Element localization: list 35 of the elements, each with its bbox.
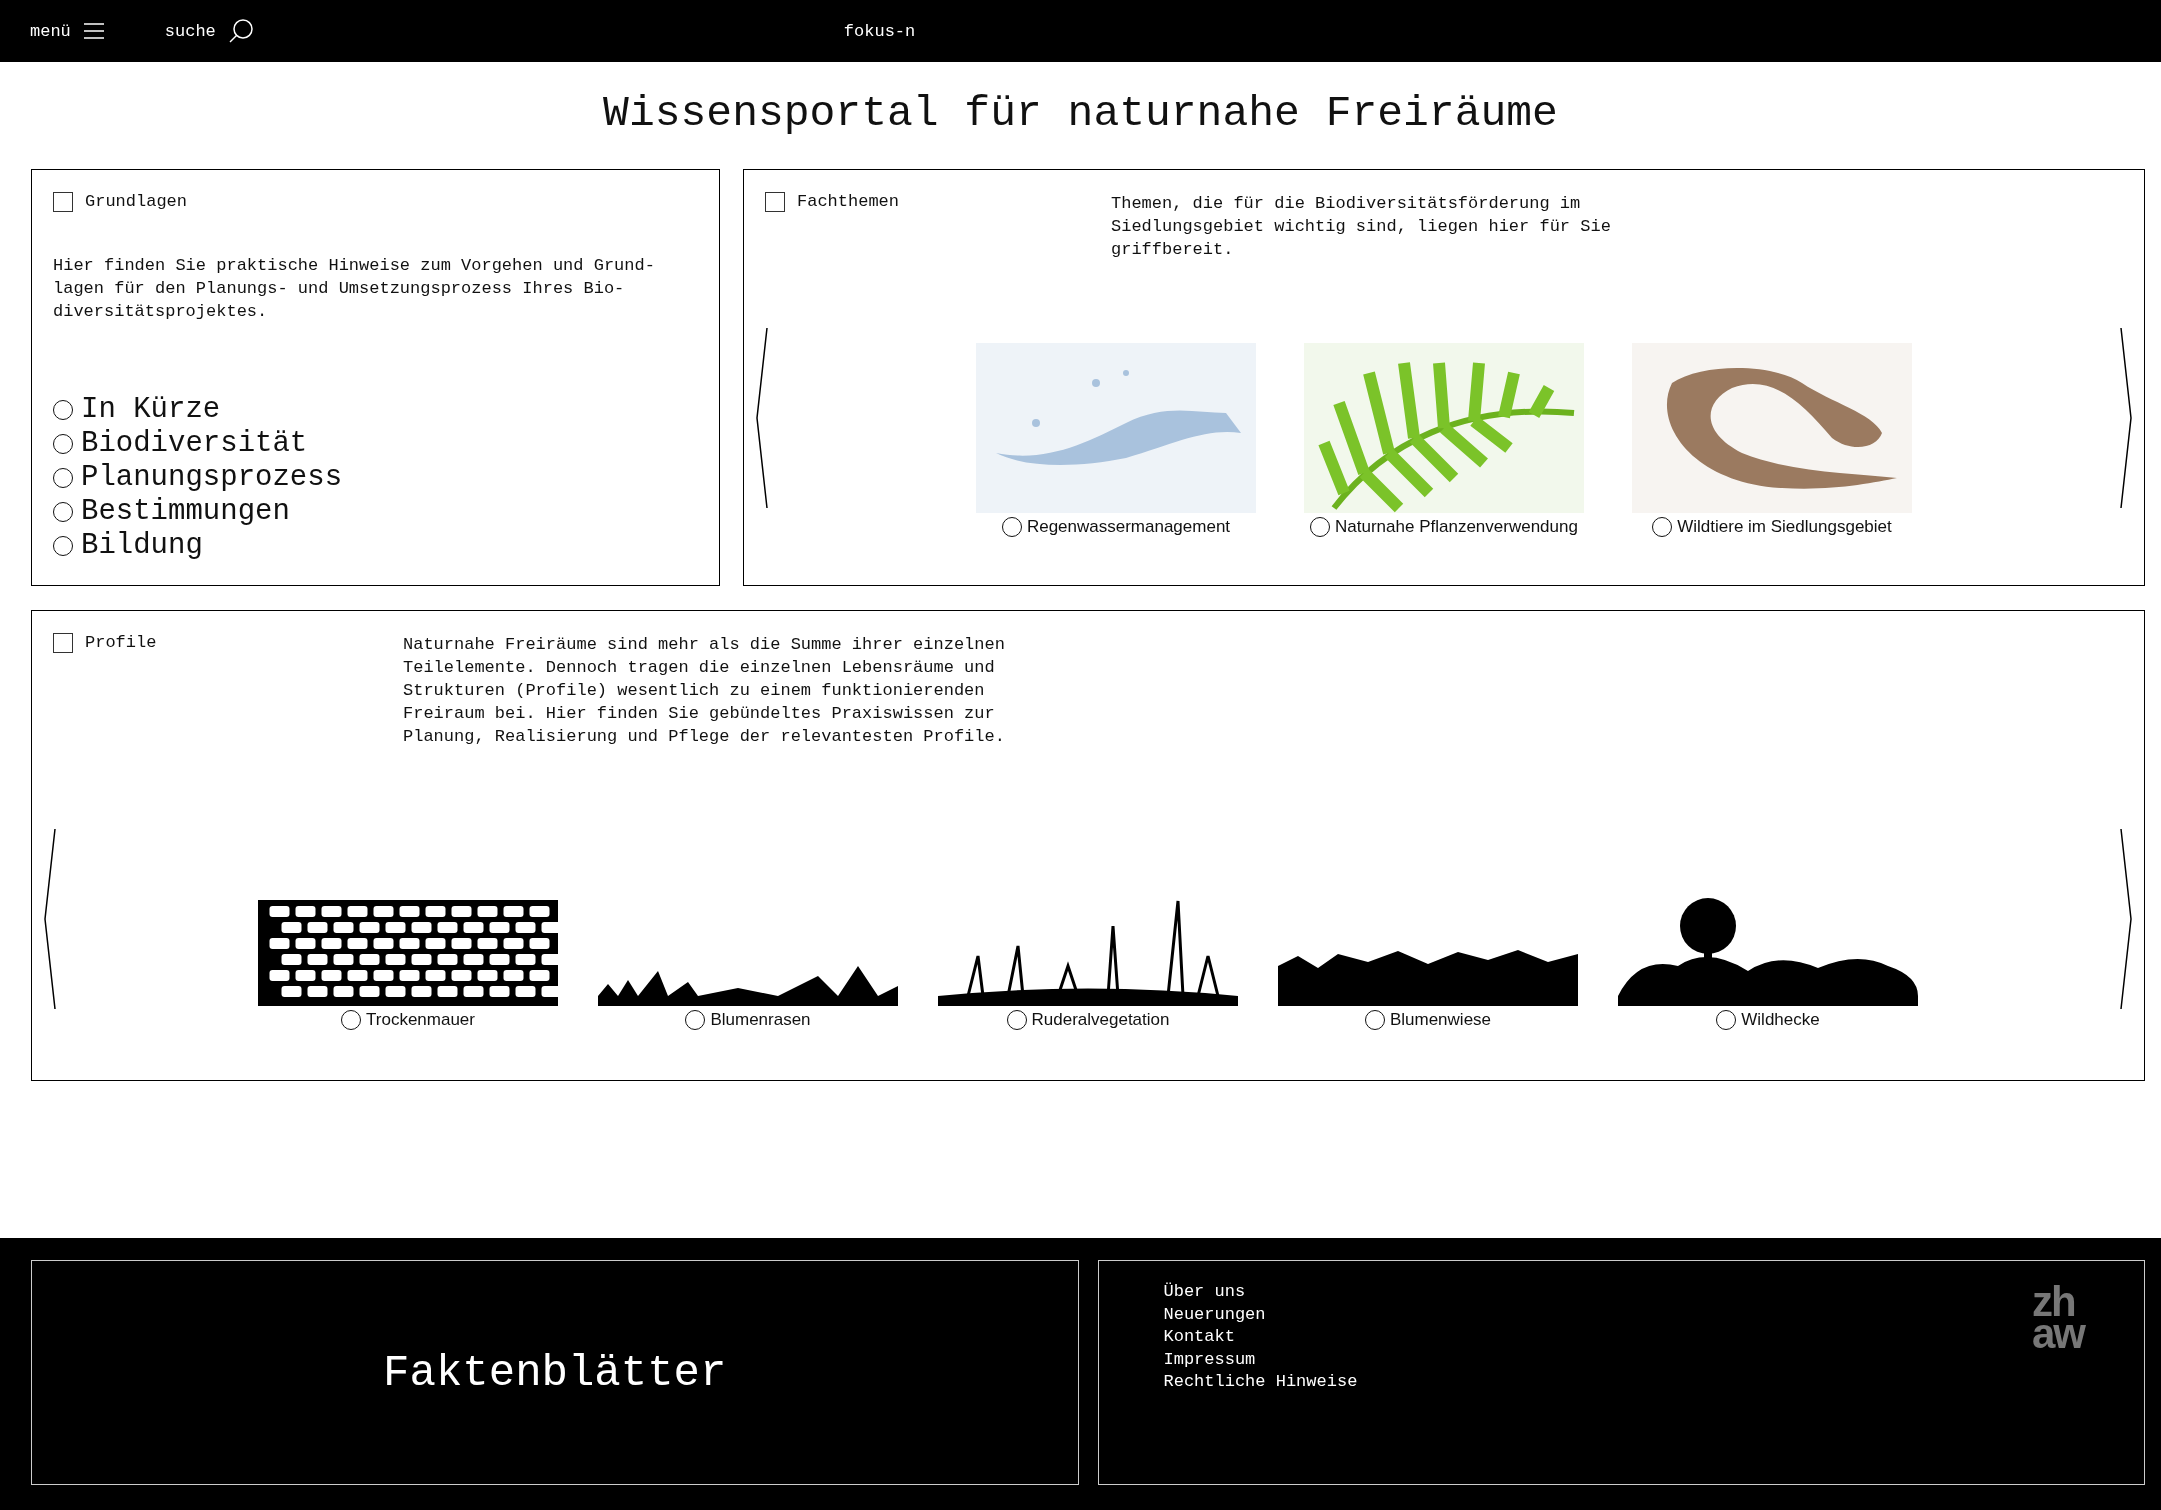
- option-label[interactable]: Bestimmungen: [81, 494, 290, 529]
- logo[interactable]: zh aw: [2031, 1281, 2084, 1350]
- site-name-link[interactable]: fokus-n: [843, 21, 916, 41]
- section-label[interactable]: Fachthemen: [797, 192, 900, 212]
- item-label[interactable]: Ruderalvegetation: [1031, 1009, 1170, 1030]
- item-label[interactable]: Trockenmauer: [366, 1009, 475, 1030]
- description-text: Themen, die für die Biodiversitätsförderung im Siedlungsgebiet wichtig sind, liegen hier für Sie griffbereit.: [1111, 192, 1612, 261]
- checkbox[interactable]: [765, 191, 785, 212]
- item-label[interactable]: Wildhecke: [1741, 1009, 1820, 1030]
- option-label[interactable]: In Kürze: [81, 392, 221, 427]
- page-title: Wissensportal für naturnahe Freiräume: [602, 88, 1559, 140]
- item-label[interactable]: Blumenrasen: [710, 1009, 811, 1030]
- footer-link[interactable]: Neuerungen: [1163, 1303, 1358, 1326]
- section-label[interactable]: Grundlagen: [85, 192, 188, 212]
- description-text: Naturnahe Freiräume sind mehr als die Summe ihrer einzelnen Teilelemente. Dennoch tragen die einzelnen Lebensräume und Strukturen (Profile) wesentlich zu einem funktionierenden Freiraum bei. Hier finden Sie gebündeltes Praxiswissen zur Planung, Realisierung und Pflege der relevantesten Profile.: [403, 633, 1006, 748]
- option-label[interactable]: Bildung: [81, 528, 203, 563]
- menu-button[interactable]: menü: [30, 21, 105, 41]
- item-label[interactable]: Blumenwiese: [1389, 1009, 1492, 1030]
- factsheets-link[interactable]: Faktenblätter: [31, 1260, 1079, 1485]
- checkbox[interactable]: [53, 191, 73, 212]
- option-label[interactable]: Planungsprozess: [81, 460, 343, 495]
- section-label[interactable]: Profile: [85, 633, 157, 653]
- footer-link[interactable]: Kontakt: [1163, 1326, 1358, 1349]
- checkbox[interactable]: [53, 632, 73, 653]
- footer-link[interactable]: Rechtliche Hinweise: [1163, 1371, 1358, 1394]
- search-icon: [227, 18, 254, 44]
- item-label[interactable]: Naturnahe Pflanzenverwendung: [1335, 516, 1578, 537]
- footer-link[interactable]: Impressum: [1163, 1348, 1358, 1371]
- menu-icon: [82, 22, 105, 40]
- item-label[interactable]: Regenwassermanagement: [1026, 516, 1231, 537]
- option-label[interactable]: Biodiversität: [81, 426, 308, 461]
- search-button[interactable]: suche: [164, 18, 254, 44]
- description-text: Hier finden Sie praktische Hinweise zum Vorgehen und Grund- lagen für den Planungs- und Umsetzungsprozess Ihres Bio- diversitätsprojektes.: [53, 254, 656, 323]
- item-label[interactable]: Wildtiere im Siedlungsgebiet: [1677, 516, 1892, 537]
- footer-link[interactable]: Über uns: [1163, 1281, 1358, 1304]
